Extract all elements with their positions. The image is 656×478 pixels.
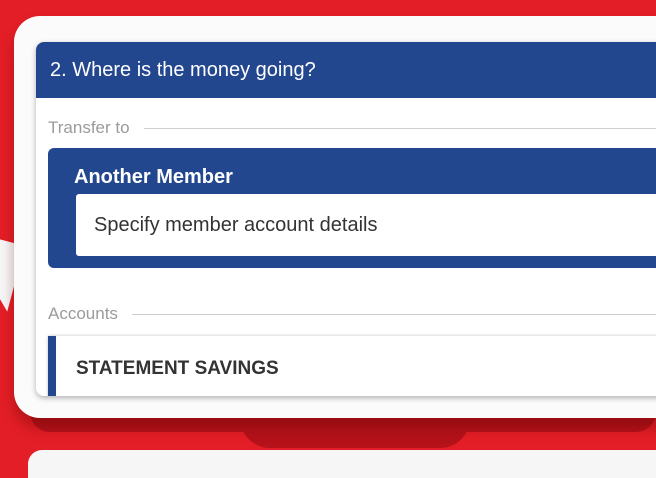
accounts-label: Accounts [48,304,118,323]
accounts-section-label: Accounts [48,304,656,324]
account-item-statement-savings[interactable]: STATEMENT SAVINGS [48,336,656,396]
bottom-strip [28,450,656,478]
step-title: 2. Where is the money going? [50,59,316,81]
transfer-to-label: Transfer to [48,118,130,137]
another-member-option[interactable]: Another Member Specify member account de… [48,148,656,268]
member-account-details-input[interactable]: Specify member account details [76,194,656,256]
transfer-to-section-label: Transfer to [48,118,656,138]
section-divider [131,313,656,315]
section-divider [143,127,656,129]
another-member-title: Another Member [74,166,233,188]
step-header: 2. Where is the money going? [36,42,656,98]
transfer-step-card: 2. Where is the money going? Transfer to… [36,42,656,396]
account-name: STATEMENT SAVINGS [76,358,279,379]
